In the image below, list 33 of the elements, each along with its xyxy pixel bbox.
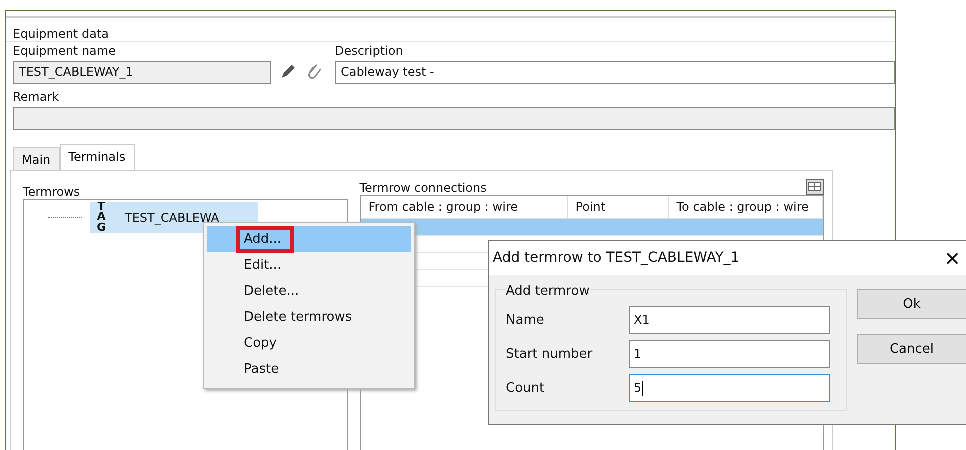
input-field[interactable]: 1: [629, 340, 830, 368]
tag-label: TAG: [96, 202, 107, 234]
menu-item[interactable]: Delete termrows: [207, 304, 411, 330]
menu-item[interactable]: Add...: [207, 226, 411, 252]
equipment-name-field[interactable]: TEST_CABLEWAY_1: [13, 61, 271, 84]
table-layout-icon[interactable]: [806, 179, 824, 195]
menu-item[interactable]: Copy: [207, 330, 411, 356]
input-field[interactable]: X1: [629, 306, 830, 334]
field-label: Name: [506, 312, 544, 328]
field-label: Count: [506, 380, 545, 396]
dialog-title: Add termrow to TEST_CABLEWAY_1: [493, 250, 740, 266]
section-title: Termrows: [23, 185, 82, 199]
tab[interactable]: Main: [13, 147, 60, 170]
field-label: Remark: [13, 90, 60, 104]
menu-item[interactable]: Delete...: [207, 278, 411, 304]
column-header[interactable]: From cable : group : wire: [360, 196, 568, 218]
close-button[interactable]: ×: [940, 246, 965, 270]
field-label: Equipment name: [13, 44, 117, 58]
remark-field[interactable]: [13, 107, 895, 130]
group-title: Equipment data: [13, 27, 109, 41]
section-title: Termrow connections: [360, 181, 487, 195]
field-label: Description: [335, 44, 404, 58]
column-header[interactable]: Point: [568, 196, 669, 218]
menu-item[interactable]: Edit...: [207, 252, 411, 278]
menu-item[interactable]: Paste: [207, 356, 411, 382]
input-field[interactable]: 5: [629, 374, 830, 402]
tab[interactable]: Terminals: [60, 144, 135, 170]
field-label: Start number: [506, 346, 593, 362]
column-header[interactable]: To cable : group : wire: [668, 196, 823, 218]
dialog-button[interactable]: Cancel: [857, 334, 966, 364]
dialog-button[interactable]: Ok: [857, 289, 966, 319]
description-field[interactable]: Cableway test -: [335, 61, 895, 84]
pencil-icon[interactable]: [279, 63, 297, 81]
